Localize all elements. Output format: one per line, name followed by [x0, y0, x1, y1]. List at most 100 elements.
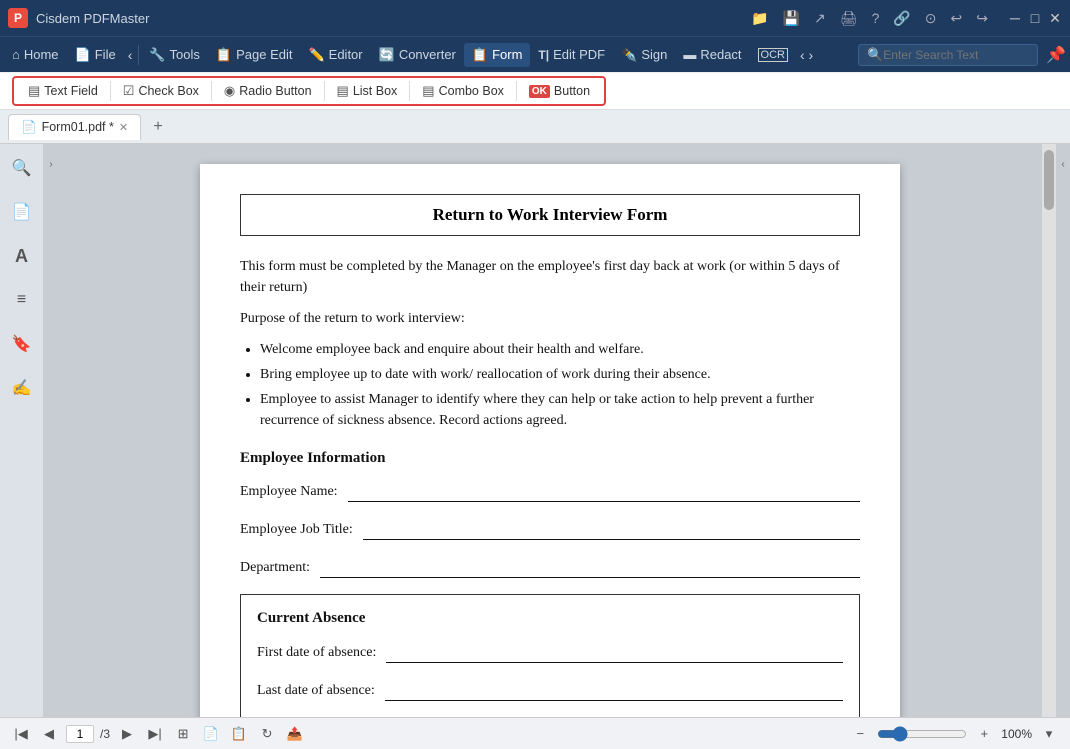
search-input[interactable]: [883, 48, 1023, 62]
nav-more-arrow[interactable]: ‹ ›: [796, 43, 817, 67]
ocr-icon: OCR: [758, 48, 788, 62]
menu-form[interactable]: 📋 Form: [464, 43, 531, 67]
combo-box-icon: ▤: [422, 83, 434, 99]
pdf-absence-last-line: [385, 679, 843, 701]
sidebar-text-icon[interactable]: A: [6, 240, 38, 272]
toolbar: ▤ Text Field ☑ Check Box ◉ Radio Button …: [0, 72, 1070, 110]
radio-button-button[interactable]: ◉ Radio Button: [216, 80, 320, 102]
check-box-button[interactable]: ☑ Check Box: [115, 80, 207, 102]
pdf-intro: This form must be completed by the Manag…: [240, 256, 860, 298]
zoom-level: 100%: [1001, 727, 1032, 741]
toolbar-divider-2: [211, 81, 212, 101]
sidebar-pages-icon[interactable]: 📄: [6, 196, 38, 228]
tab-form01[interactable]: 📄 Form01.pdf * ✕: [8, 114, 141, 140]
pdf-absence-field-last: Last date of absence:: [257, 679, 843, 701]
pdf-page: Return to Work Interview Form This form …: [200, 164, 900, 717]
title-bookmark-icon[interactable]: 🔗: [893, 10, 910, 27]
tools-icon: 🔧: [149, 47, 165, 63]
menu-file[interactable]: 📄 File: [67, 43, 124, 67]
home-icon: ⌂: [12, 47, 20, 62]
menu-editor[interactable]: ✏️ Editor: [300, 43, 370, 67]
go-next-button[interactable]: ▶: [116, 723, 138, 745]
menu-ocr[interactable]: OCR: [750, 44, 796, 66]
menu-separator-1: [138, 45, 139, 65]
pdf-field-name-label: Employee Name:: [240, 481, 338, 502]
pin-icon[interactable]: 📌: [1046, 45, 1066, 65]
menu-edit-pdf[interactable]: T| Edit PDF: [530, 43, 613, 66]
go-last-button[interactable]: ▶|: [144, 723, 166, 745]
tab-file-icon: 📄: [21, 120, 37, 135]
title-folder-icon[interactable]: 📁: [751, 10, 768, 27]
maximize-button[interactable]: □: [1028, 11, 1042, 25]
fit-content-button[interactable]: 📋: [228, 723, 250, 745]
title-help-icon[interactable]: ?: [872, 10, 880, 26]
toolbar-divider-3: [324, 81, 325, 101]
fit-page-button[interactable]: ⊞: [172, 723, 194, 745]
sidebar-signatures-icon[interactable]: ✍: [6, 372, 38, 404]
title-share-icon[interactable]: ↗: [814, 10, 826, 27]
sidebar-collapse-right[interactable]: ‹: [1056, 144, 1070, 184]
scrollbar[interactable]: [1042, 144, 1056, 717]
text-field-button[interactable]: ▤ Text Field: [20, 80, 106, 102]
menu-home[interactable]: ⌂ Home: [4, 43, 67, 66]
menu-page-edit[interactable]: 📋 Page Edit: [208, 43, 301, 67]
menu-sign[interactable]: ✒️ Sign: [613, 43, 675, 67]
extract-button[interactable]: 📤: [284, 723, 306, 745]
tab-add-button[interactable]: +: [147, 116, 169, 138]
pdf-bullet-2: Bring employee up to date with work/ rea…: [260, 364, 860, 385]
edit-pdf-icon: T|: [538, 48, 549, 62]
pdf-field-name: Employee Name:: [240, 480, 860, 502]
nav-back-arrow[interactable]: ‹: [124, 43, 137, 67]
pdf-area[interactable]: Return to Work Interview Form This form …: [58, 144, 1042, 717]
title-circle-icon[interactable]: ⊙: [925, 10, 937, 27]
close-button[interactable]: ✕: [1048, 11, 1062, 25]
pdf-absence-title: Current Absence: [257, 607, 843, 630]
title-undo-icon[interactable]: ↩: [951, 10, 963, 27]
pdf-absence-field-first: First date of absence:: [257, 641, 843, 663]
button-button[interactable]: OK Button: [521, 81, 598, 101]
sign-icon: ✒️: [621, 47, 637, 63]
radio-button-icon: ◉: [224, 83, 235, 99]
menu-converter[interactable]: 🔄 Converter: [371, 43, 464, 67]
check-box-icon: ☑: [123, 83, 135, 99]
tab-close-button[interactable]: ✕: [119, 121, 128, 134]
title-redo-icon[interactable]: ↪: [976, 10, 988, 27]
pdf-field-name-line: [348, 480, 860, 502]
scroll-thumb[interactable]: [1044, 150, 1054, 210]
pdf-bullet-1: Welcome employee back and enquire about …: [260, 339, 860, 360]
go-prev-button[interactable]: ◀: [38, 723, 60, 745]
go-first-button[interactable]: |◀: [10, 723, 32, 745]
pdf-field-job-title-line: [363, 518, 860, 540]
toolbar-divider-5: [516, 81, 517, 101]
pdf-bullet-3: Employee to assist Manager to identify w…: [260, 389, 860, 431]
page-number-input[interactable]: [66, 725, 94, 743]
menu-tools[interactable]: 🔧 Tools: [141, 43, 208, 67]
list-box-icon: ▤: [337, 83, 349, 99]
zoom-in-button[interactable]: +: [973, 723, 995, 745]
rotate-button[interactable]: ↻: [256, 723, 278, 745]
sidebar-bookmarks-icon[interactable]: 🔖: [6, 328, 38, 360]
pdf-absence-first-line: [386, 641, 843, 663]
sidebar-search-icon[interactable]: 🔍: [6, 152, 38, 184]
pdf-employee-section: Employee Information: [240, 447, 860, 470]
menu-redact[interactable]: ▬ Redact: [675, 43, 749, 66]
app-logo: P: [8, 8, 28, 28]
tabs-row: 📄 Form01.pdf * ✕ +: [0, 110, 1070, 144]
toolbar-divider-4: [409, 81, 410, 101]
search-icon: 🔍: [867, 47, 883, 63]
minimize-button[interactable]: ─: [1008, 11, 1022, 25]
zoom-dropdown-button[interactable]: ▾: [1038, 723, 1060, 745]
redact-icon: ▬: [683, 47, 696, 62]
zoom-out-button[interactable]: −: [849, 723, 871, 745]
title-print-icon[interactable]: 🖨: [840, 10, 858, 27]
search-box[interactable]: 🔍: [858, 44, 1038, 66]
button-icon: OK: [529, 85, 550, 98]
sidebar-collapse-left[interactable]: ›: [44, 144, 58, 184]
zoom-slider[interactable]: [877, 726, 967, 742]
title-save-icon[interactable]: 💾: [783, 10, 800, 27]
fit-width-button[interactable]: 📄: [200, 723, 222, 745]
page-edit-icon: 📋: [216, 47, 232, 63]
sidebar-annotations-icon[interactable]: ≡: [6, 284, 38, 316]
combo-box-button[interactable]: ▤ Combo Box: [414, 80, 512, 102]
list-box-button[interactable]: ▤ List Box: [329, 80, 406, 102]
